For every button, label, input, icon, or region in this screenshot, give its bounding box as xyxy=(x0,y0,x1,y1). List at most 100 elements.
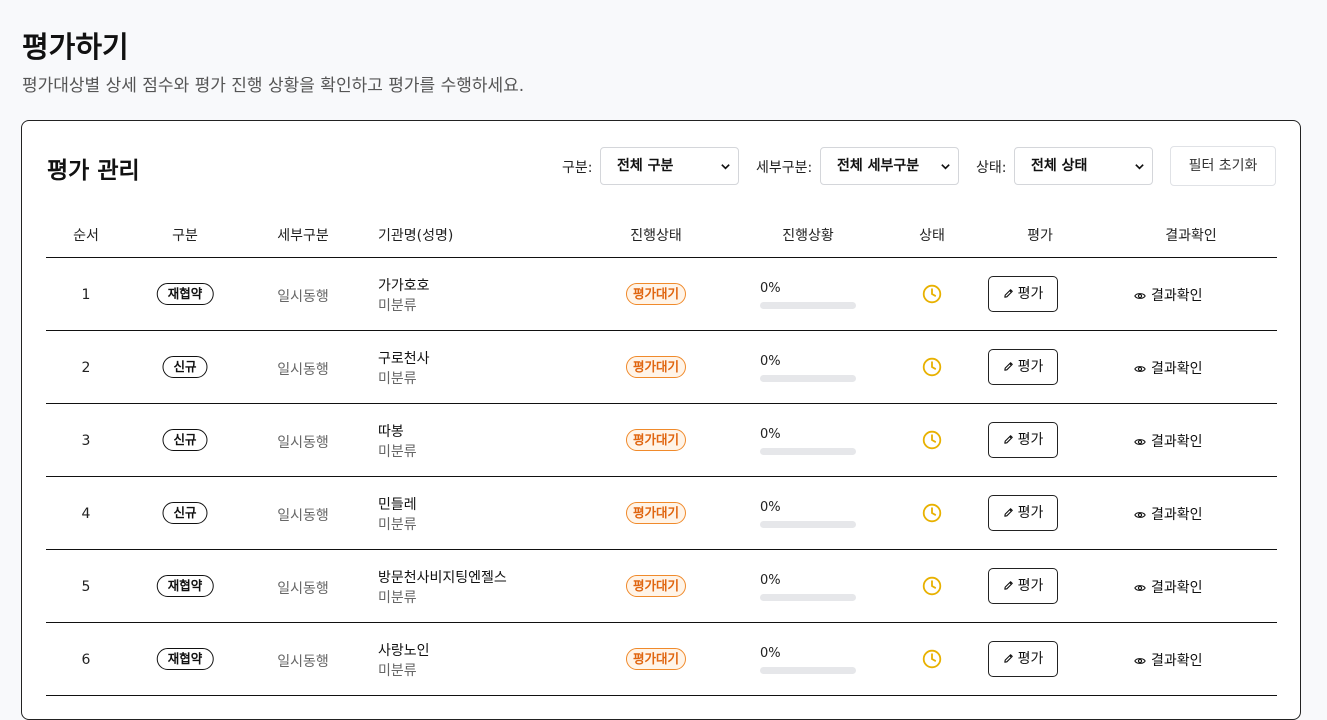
subtype-text: 일시동행 xyxy=(277,508,329,524)
progress-percent: 0% xyxy=(760,427,781,442)
type-badge: 신규 xyxy=(162,356,208,378)
progress-bar xyxy=(760,594,856,601)
evaluate-button-label: 평가 xyxy=(1017,286,1044,302)
progress-status-badge: 평가대기 xyxy=(625,356,687,378)
org-category: 미분류 xyxy=(378,663,417,679)
subtype-filter-value: 전체 세부구분 xyxy=(837,158,920,174)
row-number: 5 xyxy=(81,579,91,595)
header-result: 결과확인 xyxy=(1165,228,1217,244)
filter-reset-button[interactable]: 필터 초기화 xyxy=(1170,146,1276,186)
eye-icon xyxy=(1134,658,1146,664)
progress-status-badge: 평가대기 xyxy=(625,648,687,670)
pencil-icon xyxy=(1003,581,1013,590)
eye-icon xyxy=(1134,366,1146,372)
clock-icon xyxy=(922,357,942,377)
table-row: 3 신규 일시동행 따봉미분류 평가대기 0% 평가 결과확인 xyxy=(46,404,1277,477)
chevron-down-icon xyxy=(721,164,730,170)
progress-status-badge: 평가대기 xyxy=(625,575,687,597)
eye-icon xyxy=(1134,585,1146,591)
status-filter-select[interactable]: 전체 상태 xyxy=(1014,147,1153,185)
org-category: 미분류 xyxy=(378,371,417,387)
org-name: 방문천사비지팅엔젤스 xyxy=(378,570,507,586)
header-progress-state: 진행상태 xyxy=(630,228,682,244)
type-badge: 재협약 xyxy=(156,648,214,670)
org-cell: 민들레 미분류 xyxy=(378,495,417,535)
evaluate-button[interactable]: 평가 xyxy=(988,349,1058,385)
clock-icon xyxy=(922,649,942,669)
org-name: 가가호호 xyxy=(378,278,430,294)
org-category: 미분류 xyxy=(378,517,417,533)
page-subtitle: 평가대상별 상세 점수와 평가 진행 상황을 확인하고 평가를 수행하세요. xyxy=(22,76,525,96)
result-check-link[interactable]: 결과확인 xyxy=(1134,577,1203,597)
org-name: 사랑노인 xyxy=(378,643,430,659)
org-category: 미분류 xyxy=(378,590,417,606)
org-cell: 따봉미분류 xyxy=(378,422,417,462)
subtype-filter-label: 세부구분: xyxy=(756,160,813,176)
progress-percent: 0% xyxy=(760,500,781,515)
result-check-link[interactable]: 결과확인 xyxy=(1134,358,1203,378)
org-cell: 가가호호 미분류 xyxy=(378,276,430,316)
progress-bar xyxy=(760,521,856,528)
result-check-link[interactable]: 결과확인 xyxy=(1134,504,1203,524)
clock-icon xyxy=(922,430,942,450)
table-row: 6 재협약 일시동행 사랑노인 미분류 평가대기 0% 평가 결과확인 xyxy=(46,623,1277,696)
evaluate-button[interactable]: 평가 xyxy=(988,495,1058,531)
card-title: 평가 관리 xyxy=(47,158,140,184)
header-org: 기관명(성명) xyxy=(378,228,454,244)
row-number: 3 xyxy=(81,433,91,449)
org-name: 따봉 xyxy=(378,424,404,440)
status-filter-label: 상태: xyxy=(976,160,1007,176)
header-order: 순서 xyxy=(73,228,99,244)
progress-status-badge: 평가대기 xyxy=(625,502,687,524)
result-check-link[interactable]: 결과확인 xyxy=(1134,650,1203,670)
result-check-label: 결과확인 xyxy=(1151,653,1203,669)
pencil-icon xyxy=(1003,654,1013,663)
progress-status-badge: 평가대기 xyxy=(625,429,687,451)
row-number: 2 xyxy=(81,360,91,376)
subtype-text: 일시동행 xyxy=(277,435,329,451)
eye-icon xyxy=(1134,439,1146,445)
evaluate-button[interactable]: 평가 xyxy=(988,276,1058,312)
org-cell: 방문천사비지팅엔젤스미분류 xyxy=(378,568,507,608)
subtype-text: 일시동행 xyxy=(277,581,329,597)
evaluate-button[interactable]: 평가 xyxy=(988,422,1058,458)
org-cell: 사랑노인미분류 xyxy=(378,641,430,681)
header-status: 상태 xyxy=(919,228,945,244)
pencil-icon xyxy=(1003,362,1013,371)
table-row: 5 재협약 일시동행 방문천사비지팅엔젤스 미분류 평가대기 0% 평가 결과확인 xyxy=(46,550,1277,623)
eye-icon xyxy=(1134,512,1146,518)
type-filter-select[interactable]: 전체 구분 xyxy=(600,147,739,185)
org-category: 미분류 xyxy=(378,444,417,460)
pencil-icon xyxy=(1003,508,1013,517)
type-filter-value: 전체 구분 xyxy=(617,158,674,174)
progress-bar xyxy=(760,667,856,674)
evaluate-button-label: 평가 xyxy=(1017,432,1044,448)
progress-percent: 0% xyxy=(760,354,781,369)
type-badge: 신규 xyxy=(162,429,208,451)
subtype-filter-select[interactable]: 전체 세부구분 xyxy=(820,147,959,185)
pencil-icon xyxy=(1003,289,1013,298)
subtype-text: 일시동행 xyxy=(277,654,329,670)
type-filter-label: 구분: xyxy=(562,160,593,176)
table-row: 2 신규 일시동행 구로천사 미분류 평가대기 0% 평가 결과확인 xyxy=(46,331,1277,404)
header-subtype: 세부구분 xyxy=(277,228,329,244)
result-check-link[interactable]: 결과확인 xyxy=(1134,431,1203,451)
table-row: 4 신규 일시동행 민들레 미분류 평가대기 0% 평가 결과확인 xyxy=(46,477,1277,550)
result-check-label: 결과확인 xyxy=(1151,507,1203,523)
table-body: 1 재협약 일시동행 가가호호 미분류 평가대기 0% 평가 결과확인 2 신규 일시동행 구로천사 미분… xyxy=(46,258,1277,696)
progress-percent: 0% xyxy=(760,281,781,296)
result-check-label: 결과확인 xyxy=(1151,288,1203,304)
subtype-text: 일시동행 xyxy=(277,289,329,305)
evaluate-button-label: 평가 xyxy=(1017,651,1044,667)
result-check-link[interactable]: 결과확인 xyxy=(1134,285,1203,305)
progress-status-badge: 평가대기 xyxy=(625,283,687,305)
type-badge: 신규 xyxy=(162,502,208,524)
eye-icon xyxy=(1134,293,1146,299)
progress-bar xyxy=(760,302,856,309)
evaluate-button[interactable]: 평가 xyxy=(988,568,1058,604)
result-check-label: 결과확인 xyxy=(1151,434,1203,450)
result-check-label: 결과확인 xyxy=(1151,580,1203,596)
evaluation-management-card: 평가 관리 구분: 전체 구분 세부구분: 전체 세부구분 상태: 전체 상태 … xyxy=(21,120,1301,720)
evaluate-button[interactable]: 평가 xyxy=(988,641,1058,677)
header-progress: 진행상황 xyxy=(782,228,834,244)
